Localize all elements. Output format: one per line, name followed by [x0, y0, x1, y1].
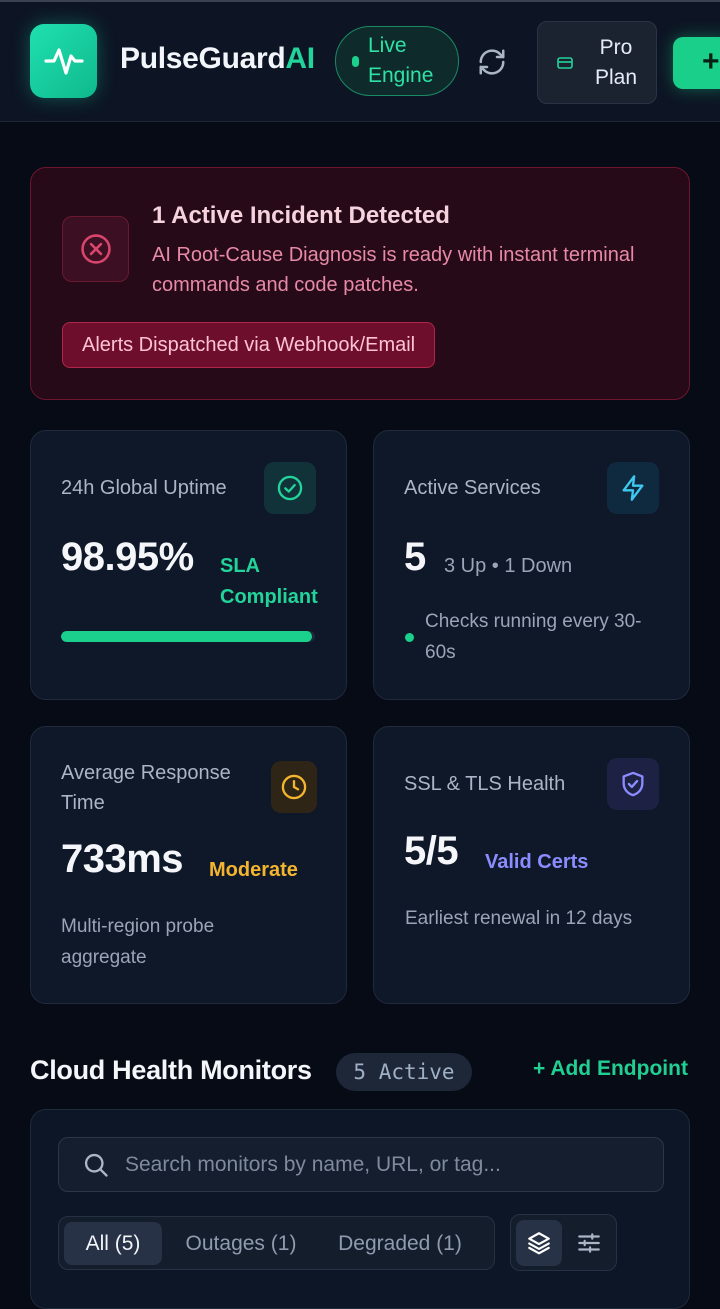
- add-endpoint-button[interactable]: + Add Endpoint: [533, 1057, 688, 1081]
- card-icon: [557, 56, 573, 69]
- services-value: 5: [404, 535, 426, 579]
- incident-description: AI Root-Cause Diagnosis is ready with in…: [152, 244, 635, 296]
- filter-tab-degraded[interactable]: Degraded (1): [324, 1222, 476, 1265]
- add-monitor-button[interactable]: +: [673, 37, 720, 89]
- ssl-detail: Earliest renewal in 12 days: [405, 908, 633, 929]
- uptime-progress-bar: [61, 631, 315, 642]
- x-circle-icon: [62, 216, 129, 282]
- refresh-button[interactable]: [472, 42, 512, 82]
- check-circle-icon: [264, 462, 316, 514]
- brand-accent: AI: [285, 42, 315, 75]
- app-header: PulseGuardAI Live Engine Pro Plan +: [0, 2, 720, 122]
- response-detail: Multi-region probe aggregate: [61, 916, 215, 968]
- view-toggle: [510, 1214, 617, 1271]
- alerts-dispatched-badge[interactable]: Alerts Dispatched via Webhook/Email: [62, 322, 436, 368]
- pulse-icon[interactable]: [30, 24, 97, 98]
- ssl-value: 5/5: [404, 829, 459, 873]
- incident-alert-card: 1 Active Incident Detected AI Root-Cause…: [30, 167, 690, 400]
- search-icon: [84, 1153, 108, 1177]
- search-field[interactable]: [58, 1137, 664, 1192]
- brand-name[interactable]: PulseGuardAI: [120, 42, 315, 76]
- sliders-view-button[interactable]: [566, 1220, 612, 1266]
- response-label: Average Response Time: [61, 762, 231, 814]
- ssl-label: SSL & TLS Health: [404, 773, 566, 795]
- layers-icon: [528, 1232, 550, 1255]
- brand-main: PulseGuard: [120, 42, 286, 75]
- live-engine-label: Live Engine: [368, 34, 434, 87]
- ssl-status: Valid Certs: [485, 851, 589, 873]
- active-services-card: Active Services 5 3 Up • 1 Down Checks r…: [373, 430, 690, 700]
- ssl-health-card: SSL & TLS Health 5/5 Valid Certs Earlies…: [373, 726, 690, 1004]
- refresh-icon: [479, 49, 505, 75]
- monitors-section-title: Cloud Health Monitors: [30, 1055, 312, 1085]
- sliders-icon: [578, 1233, 600, 1253]
- search-input[interactable]: [125, 1138, 645, 1191]
- monitor-panel: All (5) Outages (1) Degraded (1): [30, 1109, 690, 1309]
- shield-check-icon: [607, 758, 659, 810]
- clock-icon: [271, 761, 317, 813]
- response-status: Moderate: [209, 859, 298, 881]
- live-engine-status: Live Engine: [335, 26, 459, 96]
- filter-tab-outages[interactable]: Outages (1): [174, 1222, 308, 1265]
- live-dot-icon: [352, 55, 359, 67]
- services-status: 3 Up • 1 Down: [444, 555, 573, 577]
- lightning-icon: [607, 462, 659, 514]
- incident-title: 1 Active Incident Detected: [152, 202, 450, 229]
- layers-view-button[interactable]: [516, 1220, 562, 1266]
- services-label: Active Services: [404, 477, 541, 499]
- uptime-value: 98.95%: [61, 535, 194, 579]
- response-value: 733ms: [61, 837, 184, 881]
- add-label: +: [702, 45, 720, 78]
- active-count-badge: 5 Active: [336, 1053, 472, 1091]
- sla-status: SLA Compliant: [220, 555, 318, 608]
- uptime-progress-fill: [61, 631, 313, 642]
- services-detail: Checks running every 30-60s: [425, 611, 642, 663]
- response-time-card: Average Response Time 733ms Moderate Mul…: [30, 726, 347, 1004]
- pro-plan-button[interactable]: Pro Plan: [537, 21, 657, 104]
- uptime-label: 24h Global Uptime: [61, 477, 227, 499]
- filter-tab-all[interactable]: All (5): [64, 1222, 162, 1265]
- status-filter-tabs: All (5) Outages (1) Degraded (1): [58, 1216, 495, 1270]
- running-dot-icon: [405, 633, 414, 642]
- uptime-card: 24h Global Uptime 98.95% SLA Compliant: [30, 430, 347, 700]
- pro-plan-label: Pro Plan: [595, 35, 638, 89]
